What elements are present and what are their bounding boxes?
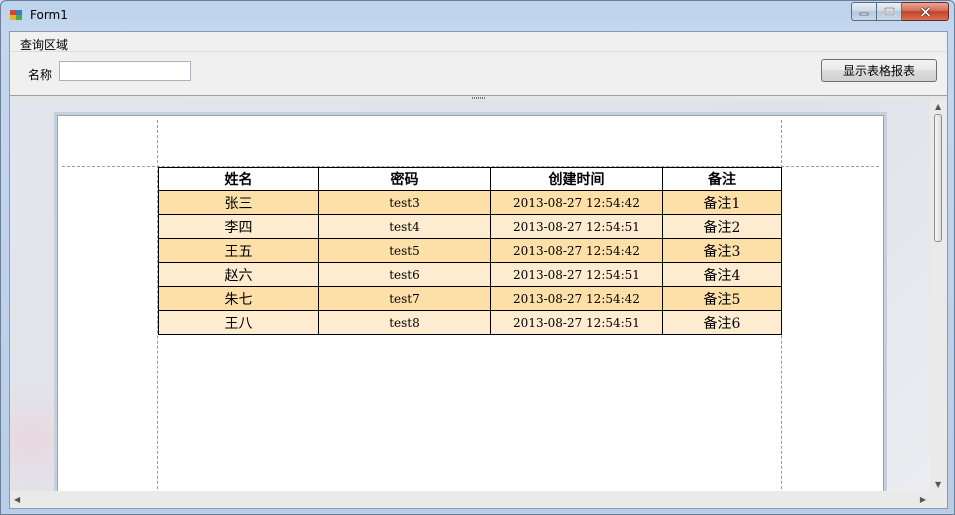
- maximize-button[interactable]: [877, 2, 902, 21]
- groupbox-divider: [11, 51, 946, 52]
- scroll-up-icon[interactable]: ▲: [935, 102, 941, 111]
- scroll-down-icon[interactable]: ▼: [935, 480, 941, 489]
- title-bar[interactable]: Form1: [1, 1, 954, 29]
- table-row: 朱七 test7 2013-08-27 12:54:42 备注5: [158, 286, 782, 311]
- cell-note: 备注5: [662, 286, 782, 311]
- close-icon: [919, 6, 931, 17]
- form-window: Form1 查询区域 名称 显示表格报表 姓名 密码 创建时间 备注 张三 te…: [0, 0, 955, 515]
- table-row: 王五 test5 2013-08-27 12:54:42 备注3: [158, 238, 782, 263]
- splitter-grip-icon: [472, 97, 486, 99]
- cell-note: 备注6: [662, 310, 782, 335]
- cell-name: 王八: [158, 310, 319, 335]
- form-app-icon: [10, 10, 23, 21]
- scroll-right-icon[interactable]: ▶: [920, 495, 926, 504]
- window-title: Form1: [30, 8, 68, 22]
- cell-name: 张三: [158, 190, 319, 215]
- cell-password: test6: [318, 262, 491, 287]
- column-header-created: 创建时间: [490, 167, 663, 191]
- cell-name: 赵六: [158, 262, 319, 287]
- horizontal-scrollbar[interactable]: ◀ ▶: [10, 491, 930, 508]
- cell-note: 备注2: [662, 214, 782, 239]
- close-button[interactable]: [902, 2, 949, 21]
- report-table: 姓名 密码 创建时间 备注 张三 test3 2013-08-27 12:54:…: [158, 167, 782, 335]
- cell-note: 备注3: [662, 238, 782, 263]
- cell-name: 李四: [158, 214, 319, 239]
- cell-created: 2013-08-27 12:54:51: [490, 310, 663, 335]
- maximize-icon: [883, 7, 895, 16]
- vertical-scrollbar[interactable]: ▲ ▼: [930, 100, 947, 491]
- column-header-password: 密码: [318, 167, 491, 191]
- cell-name: 朱七: [158, 286, 319, 311]
- cell-created: 2013-08-27 12:54:51: [490, 214, 663, 239]
- scroll-left-icon[interactable]: ◀: [14, 495, 20, 504]
- cell-note: 备注4: [662, 262, 782, 287]
- cell-name: 王五: [158, 238, 319, 263]
- column-header-note: 备注: [662, 167, 782, 191]
- table-row: 张三 test3 2013-08-27 12:54:42 备注1: [158, 190, 782, 215]
- cell-created: 2013-08-27 12:54:51: [490, 262, 663, 287]
- cell-created: 2013-08-27 12:54:42: [490, 190, 663, 215]
- minimize-icon: [859, 12, 869, 15]
- cell-password: test8: [318, 310, 491, 335]
- table-row: 李四 test4 2013-08-27 12:54:51 备注2: [158, 214, 782, 239]
- name-input[interactable]: [59, 61, 191, 81]
- cell-created: 2013-08-27 12:54:42: [490, 286, 663, 311]
- show-table-report-button[interactable]: 显示表格报表: [821, 59, 937, 82]
- table-row: 赵六 test6 2013-08-27 12:54:51 备注4: [158, 262, 782, 287]
- scrollbar-corner: [930, 491, 947, 508]
- cell-password: test4: [318, 214, 491, 239]
- report-header-row: 姓名 密码 创建时间 备注: [158, 167, 782, 191]
- cell-created: 2013-08-27 12:54:42: [490, 238, 663, 263]
- caption-buttons: [851, 2, 949, 21]
- minimize-button[interactable]: [851, 2, 877, 21]
- cell-password: test7: [318, 286, 491, 311]
- vertical-scroll-thumb[interactable]: [934, 114, 942, 242]
- table-row: 王八 test8 2013-08-27 12:54:51 备注6: [158, 310, 782, 335]
- report-viewer: 姓名 密码 创建时间 备注 张三 test3 2013-08-27 12:54:…: [10, 100, 947, 508]
- column-header-name: 姓名: [158, 167, 319, 191]
- name-label: 名称: [28, 68, 53, 82]
- cell-password: test3: [318, 190, 491, 215]
- report-page: 姓名 密码 创建时间 备注 张三 test3 2013-08-27 12:54:…: [57, 115, 884, 508]
- cell-note: 备注1: [662, 190, 782, 215]
- query-area-groupbox: 查询区域 名称 显示表格报表: [10, 32, 947, 96]
- cell-password: test5: [318, 238, 491, 263]
- client-area: 查询区域 名称 显示表格报表 姓名 密码 创建时间 备注 张三 test3 20…: [9, 31, 948, 509]
